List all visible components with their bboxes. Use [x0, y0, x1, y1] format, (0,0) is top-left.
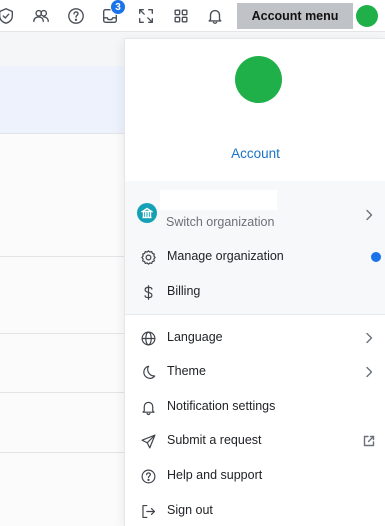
- manage-organization-label: Manage organization: [167, 249, 284, 263]
- dollar-icon: [138, 282, 158, 302]
- expand-icon[interactable]: [134, 4, 158, 28]
- bell-icon[interactable]: [203, 4, 227, 28]
- account-dropdown-menu: Account Manage organization Billing Lang…: [124, 38, 385, 526]
- menu-divider: [125, 314, 385, 315]
- row-divider: [0, 256, 125, 257]
- theme-label: Theme: [167, 364, 206, 378]
- bell-icon: [138, 397, 158, 417]
- globe-icon: [138, 328, 158, 348]
- switch-organization-label: Switch organization: [166, 215, 275, 229]
- inbox-icon[interactable]: 3: [98, 0, 126, 28]
- row-divider: [0, 452, 125, 453]
- account-menu-button[interactable]: Account menu: [237, 3, 353, 29]
- page: 3 Account menu Account Manage organizati…: [0, 0, 385, 526]
- apps-grid-icon[interactable]: [169, 4, 193, 28]
- menu-avatar: [235, 56, 282, 103]
- row-divider: [0, 333, 125, 334]
- theme-item[interactable]: Theme: [125, 355, 385, 389]
- notification-settings-item[interactable]: Notification settings: [125, 390, 385, 424]
- sign-out-item[interactable]: Sign out: [125, 494, 385, 526]
- help-support-label: Help and support: [167, 468, 263, 482]
- chevron-right-icon: [362, 331, 376, 345]
- top-bar: 3 Account menu: [0, 0, 385, 32]
- inbox-badge: 3: [110, 0, 126, 15]
- send-icon: [138, 431, 158, 451]
- submit-request-label: Submit a request: [167, 433, 262, 447]
- manage-organization-item[interactable]: Manage organization: [125, 240, 385, 274]
- chevron-right-icon: [362, 365, 376, 379]
- avatar[interactable]: [356, 5, 378, 27]
- sign-out-label: Sign out: [167, 503, 213, 517]
- shield-check-icon[interactable]: [0, 4, 18, 28]
- billing-label: Billing: [167, 284, 201, 298]
- help-circle-icon[interactable]: [64, 4, 88, 28]
- submit-request-item[interactable]: Submit a request: [125, 424, 385, 458]
- billing-item[interactable]: Billing: [125, 275, 385, 309]
- gear-icon: [138, 247, 158, 267]
- organization-name-field: [160, 190, 277, 210]
- chevron-right-icon: [362, 208, 376, 222]
- moon-icon: [138, 362, 158, 382]
- row-divider: [0, 392, 125, 393]
- external-link-icon: [362, 434, 376, 448]
- notification-settings-label: Notification settings: [167, 399, 276, 413]
- content-area: [0, 133, 125, 526]
- account-link[interactable]: Account: [125, 146, 385, 161]
- language-label: Language: [167, 330, 223, 344]
- selected-row-background: [0, 66, 125, 133]
- language-item[interactable]: Language: [125, 321, 385, 355]
- sign-out-icon: [138, 501, 158, 521]
- people-icon[interactable]: [29, 4, 53, 28]
- help-support-item[interactable]: Help and support: [125, 459, 385, 493]
- organization-icon: [137, 203, 157, 223]
- row-divider: [0, 133, 125, 134]
- help-circle-icon: [138, 466, 158, 486]
- status-dot: [371, 252, 381, 262]
